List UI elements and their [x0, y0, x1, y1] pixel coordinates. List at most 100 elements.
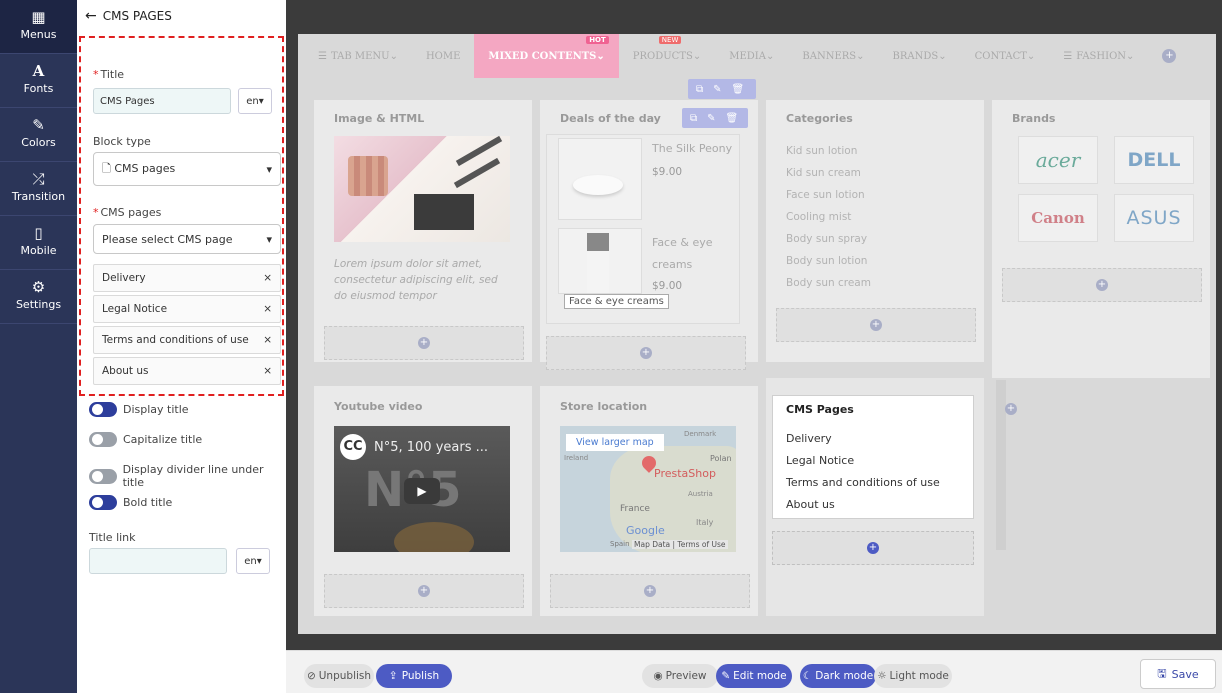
menu-tab-active[interactable]: HOT MIXED CONTENTS ⌄ — [474, 34, 619, 78]
pencil-icon: ✎ — [721, 670, 731, 682]
brand-logo-dell[interactable]: DELL — [1114, 136, 1194, 184]
moon-icon: ☾ — [802, 670, 813, 682]
block-tools: ⧉ ✎ 🗑 — [682, 108, 748, 128]
block-categories[interactable]: Categories Kid sun lotion Kid sun cream … — [766, 100, 984, 362]
block-config-form: * Title CMS Pages en ▾ Block type 🗋 CMS pa… — [79, 36, 284, 396]
map[interactable]: View larger map Denmark Ireland Polan Pr… — [560, 426, 736, 552]
selected-page-item: About us × — [93, 357, 281, 385]
add-tab-button[interactable]: + — [1148, 34, 1190, 78]
menu-icon: ☰ — [318, 50, 327, 62]
copy-icon[interactable]: ⧉ — [696, 84, 703, 95]
brand-logo-asus[interactable]: ASUS — [1114, 194, 1194, 242]
title-link-lang-select[interactable]: en ▾ — [236, 548, 270, 574]
product-image — [558, 228, 642, 294]
title-link-input[interactable] — [89, 548, 227, 574]
brand-logo-acer[interactable]: acer — [1018, 136, 1098, 184]
mobile-icon: ▯ — [34, 224, 43, 242]
bottom-toolbar: ⊘ Unpublish ⇪ Publish ◉ Preview ✎ Edit mode … — [286, 650, 1222, 693]
dark-mode-button[interactable]: ☾ Dark mode — [800, 664, 876, 688]
add-block-button[interactable]: + — [546, 336, 746, 370]
delete-icon[interactable]: 🗑 — [732, 84, 745, 95]
menu-tab[interactable]: NEW PRODUCTS ⌄ — [619, 34, 715, 78]
save-icon: 🖫 — [1157, 666, 1167, 680]
delete-icon[interactable]: 🗑 — [726, 113, 739, 124]
bold-title-toggle[interactable]: Bold title — [89, 495, 172, 510]
column-tools: ⧉ ✎ 🗑 — [688, 79, 756, 99]
title-label: * Title — [93, 68, 125, 81]
eye-icon: ◉ — [653, 670, 663, 682]
categories-list: Kid sun lotion Kid sun cream Face sun lo… — [786, 145, 871, 289]
tooltip: Face & eye creams — [564, 294, 669, 309]
menu-icon: ☰ — [1063, 50, 1073, 62]
title-lang-select[interactable]: en ▾ — [238, 88, 272, 114]
brand-logo-canon[interactable]: Canon — [1018, 194, 1098, 242]
nav-settings[interactable]: ⚙ Settings — [0, 270, 77, 324]
page-icon: 🗋 — [102, 161, 111, 175]
menu-tab[interactable]: MEDIA ⌄ — [715, 34, 788, 78]
brush-icon: ✎ — [32, 116, 45, 134]
title-input[interactable]: CMS Pages — [93, 88, 231, 114]
nav-mobile[interactable]: ▯ Mobile — [0, 216, 77, 270]
block-store-location[interactable]: Store location View larger map Denmark I… — [540, 386, 758, 616]
nav-menus[interactable]: ▦ Menus — [0, 0, 77, 54]
light-mode-button[interactable]: ☼ Light mode — [874, 664, 952, 688]
menu-bar: ☰ TAB MENU ⌄ HOME HOT MIXED CONTENTS ⌄ NEW… — [298, 34, 1216, 78]
nav-colors[interactable]: ✎ Colors — [0, 108, 77, 162]
unpublish-button[interactable]: ⊘ Unpublish — [304, 664, 374, 688]
video-thumbnail[interactable]: CC N°5, 100 years ... N°5 ▶ — [334, 426, 510, 552]
remove-icon[interactable]: × — [263, 303, 272, 315]
add-block-button[interactable]: + — [550, 574, 750, 608]
menu-tab[interactable]: HOME — [412, 34, 474, 78]
nav-transition[interactable]: ⤮ Transition — [0, 162, 77, 216]
menu-tab[interactable]: BANNERS ⌄ — [788, 34, 878, 78]
menu-canvas: ☰ TAB MENU ⌄ HOME HOT MIXED CONTENTS ⌄ NEW… — [298, 34, 1216, 634]
preview-button[interactable]: ◉ Preview — [642, 664, 718, 688]
add-block-button[interactable]: + — [1002, 268, 1202, 302]
block-type-select[interactable]: 🗋 CMS pages ▾ — [93, 152, 281, 186]
cms-pages-label: * CMS pages — [93, 206, 162, 219]
edit-icon[interactable]: ✎ — [713, 84, 721, 95]
display-title-toggle[interactable]: Display title — [89, 402, 189, 417]
edit-mode-button[interactable]: ✎ Edit mode — [716, 664, 792, 688]
left-nav: ▦ Menus A Fonts ✎ Colors ⤮ Transition ▯ … — [0, 0, 77, 693]
divider-line-toggle[interactable]: Display divider line under title — [89, 463, 286, 489]
remove-icon[interactable]: × — [263, 365, 272, 377]
nav-fonts[interactable]: A Fonts — [0, 54, 77, 108]
block-deals[interactable]: Deals of the day ⧉ ✎ 🗑 The Silk Peony $9.0… — [540, 100, 758, 370]
selected-page-item: Legal Notice × — [93, 295, 281, 323]
edit-icon[interactable]: ✎ — [707, 113, 715, 124]
panel-header: ← CMS PAGES — [77, 0, 286, 32]
product-image — [558, 138, 642, 220]
config-panel: ← CMS PAGES * Title CMS Pages en ▾ Block t… — [77, 0, 286, 693]
play-icon[interactable]: ▶ — [404, 478, 440, 504]
shuffle-icon: ⤮ — [32, 170, 45, 188]
menu-tab[interactable]: ☰ TAB MENU ⌄ — [298, 34, 412, 78]
caret-down-icon: ▾ — [266, 162, 272, 176]
menu-tab[interactable]: BRANDS ⌄ — [879, 34, 961, 78]
menu-tab[interactable]: CONTACT ⌄ — [961, 34, 1050, 78]
preview-workspace: ☰ TAB MENU ⌄ HOME HOT MIXED CONTENTS ⌄ NEW… — [286, 0, 1222, 650]
selected-page-item: Delivery × — [93, 264, 281, 292]
block-type-label: Block type — [93, 135, 151, 148]
publish-button[interactable]: ⇪ Publish — [376, 664, 452, 688]
save-button[interactable]: 🖫 Save — [1140, 659, 1216, 689]
add-column-button[interactable]: + — [998, 396, 1024, 422]
sun-icon: ☼ — [877, 670, 887, 682]
selected-page-item: Terms and conditions of use × — [93, 326, 281, 354]
add-block-button[interactable]: + — [324, 574, 524, 608]
copy-icon[interactable]: ⧉ — [690, 113, 697, 124]
add-block-button[interactable]: + — [324, 326, 524, 360]
cms-pages-select[interactable]: Please select CMS page ▾ — [93, 224, 281, 254]
add-block-button[interactable]: + — [776, 308, 976, 342]
block-image-html[interactable]: Image & HTML Lorem ipsum dolor sit amet,… — [314, 100, 532, 362]
capitalize-title-toggle[interactable]: Capitalize title — [89, 432, 202, 447]
block-brands[interactable]: Brands acer DELL Canon ASUS + — [992, 100, 1210, 378]
menu-tab[interactable]: ☰ FASHION ⌄ — [1049, 34, 1148, 78]
back-arrow-icon[interactable]: ← — [85, 8, 97, 24]
remove-icon[interactable]: × — [263, 272, 272, 284]
add-block-button[interactable]: + — [772, 531, 974, 565]
ban-icon: ⊘ — [306, 670, 316, 682]
remove-icon[interactable]: × — [263, 334, 272, 346]
cms-pages-preview[interactable]: CMS Pages Delivery Legal Notice Terms an… — [772, 395, 974, 519]
block-youtube[interactable]: Youtube video CC N°5, 100 years ... N°5 … — [314, 386, 532, 616]
